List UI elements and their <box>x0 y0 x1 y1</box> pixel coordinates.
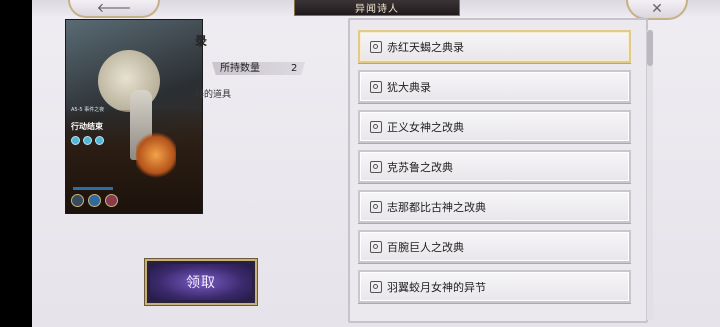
list-item-label: 正义女神之改典 <box>387 120 464 134</box>
book-icon <box>370 40 382 53</box>
book-icon <box>370 120 382 133</box>
card-bar <box>73 187 113 190</box>
close-button[interactable]: ✕ <box>626 0 688 20</box>
list-item[interactable]: 犹大典录 <box>358 70 631 103</box>
book-icon <box>370 200 382 213</box>
book-icon <box>370 80 382 93</box>
claim-button[interactable]: 领取 <box>145 259 257 305</box>
list-item[interactable]: 赤红天蝎之典录 <box>358 30 631 63</box>
book-icon <box>370 160 382 173</box>
arrow-left-icon: 🡐 <box>96 0 132 16</box>
list-item-label: 百腕巨人之改典 <box>387 240 464 254</box>
page-title-tab: 异闻诗人 <box>294 0 460 16</box>
list-scrollbar[interactable] <box>646 30 653 320</box>
list-item-label: 赤红天蝎之典录 <box>387 40 464 54</box>
list-item-label: 志那都比古神之改典 <box>387 200 486 214</box>
item-description: 器的道具 <box>195 90 232 100</box>
back-button[interactable]: 🡐 <box>68 0 160 18</box>
item-title: 录 <box>195 34 208 48</box>
count-value: 2 <box>291 63 298 74</box>
scroll-thumb[interactable] <box>647 30 653 66</box>
book-icon <box>370 280 382 293</box>
card-small-label: A5-5 事件之夜 <box>71 107 105 113</box>
count-label: 所持数量 <box>220 63 260 74</box>
card-dots <box>71 136 104 145</box>
claim-button-label: 领取 <box>186 275 216 291</box>
item-card-image: A5-5 事件之夜 行动结束 <box>65 19 203 214</box>
list-item[interactable]: 正义女神之改典 <box>358 110 631 143</box>
list-item-label: 羽翼蛟月女神的异节 <box>387 280 486 294</box>
list-item[interactable]: 克苏鲁之改典 <box>358 150 631 183</box>
card-flame <box>136 132 176 178</box>
close-icon: ✕ <box>651 1 663 17</box>
list-item[interactable]: 羽翼蛟月女神的异节 <box>358 270 631 303</box>
list-item-label: 犹大典录 <box>387 80 431 94</box>
list-item-label: 克苏鲁之改典 <box>387 160 453 174</box>
game-screen: 🡐 异闻诗人 ✕ A5-5 事件之夜 行动结束 录 所持数量 2 器的道具 领取… <box>32 0 720 327</box>
card-icons <box>71 194 118 207</box>
page-title: 异闻诗人 <box>355 4 399 15</box>
card-name: 行动结束 <box>71 122 103 131</box>
list-item[interactable]: 志那都比古神之改典 <box>358 190 631 223</box>
book-icon <box>370 240 382 253</box>
list-item[interactable]: 百腕巨人之改典 <box>358 230 631 263</box>
item-list: 赤红天蝎之典录 犹大典录 正义女神之改典 克苏鲁之改典 志那都比古神之改典 百腕… <box>358 24 638 324</box>
